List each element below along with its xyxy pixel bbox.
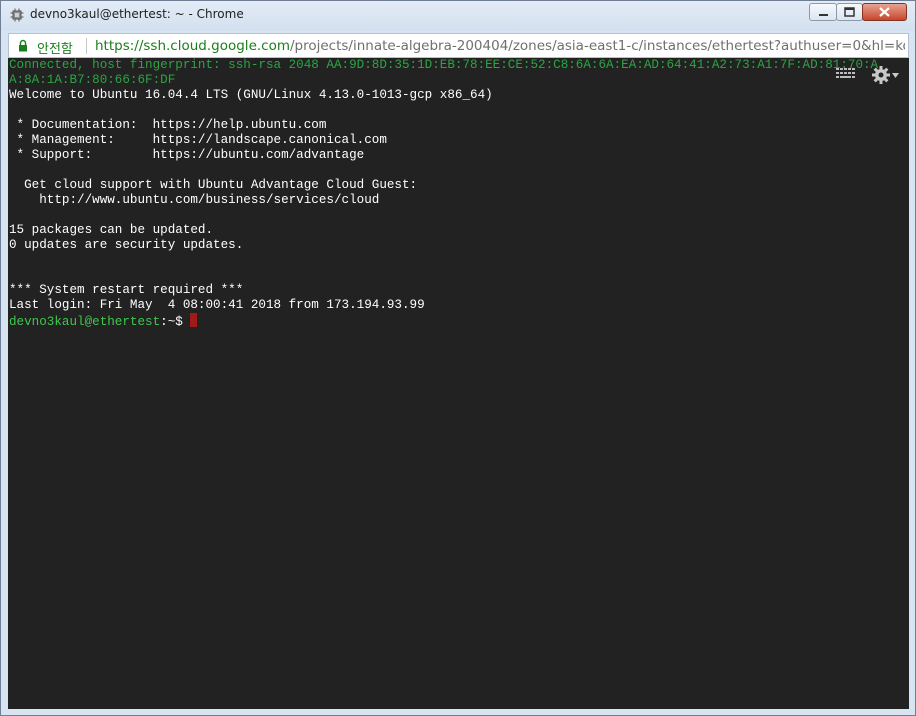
welcome-line: Welcome to Ubuntu 16.04.4 LTS (GNU/Linux… [9,88,493,102]
cloud-support-line: Get cloud support with Ubuntu Advantage … [9,178,418,192]
maximize-icon [844,7,855,17]
support-line: * Support: https://ubuntu.com/advantage [9,148,365,162]
address-bar[interactable]: 안전함 https://ssh.cloud.google.com/project… [8,33,909,58]
url-host: ssh.cloud.google.com [143,38,290,54]
minimize-icon [819,14,828,16]
security-status[interactable]: 안전함 [37,38,73,57]
url-path: /projects/innate-algebra-200404/zones/as… [290,38,905,54]
browser-window: devno3kaul@ethertest: ~ - Chrome 안전함 htt… [0,0,916,716]
chevron-down-icon[interactable] [892,73,899,78]
terminal-cursor [189,313,197,327]
chip-icon [10,8,24,22]
documentation-line: * Documentation: https://help.ubuntu.com [9,118,327,132]
minimize-button[interactable] [809,3,837,21]
keyboard-icon[interactable] [835,67,857,81]
address-divider [86,38,87,54]
maximize-button[interactable] [836,3,863,21]
management-line: * Management: https://landscape.canonica… [9,133,387,147]
last-login-line: Last login: Fri May 4 08:00:41 2018 from… [9,298,425,312]
window-title: devno3kaul@ethertest: ~ - Chrome [30,7,244,21]
title-bar[interactable]: devno3kaul@ethertest: ~ - Chrome [1,1,915,31]
prompt-line[interactable]: devno3kaul@ethertest:~$ [9,313,197,330]
lock-icon [19,39,27,52]
close-icon [879,7,890,17]
close-button[interactable] [862,3,907,21]
url-scheme: https:// [95,38,144,54]
fingerprint-line-1: Connected, host fingerprint: ssh-rsa 204… [9,58,879,72]
packages-line: 15 packages can be updated. [9,223,214,237]
prompt-suffix: :~$ [160,315,183,329]
security-updates-line: 0 updates are security updates. [9,238,244,252]
url-text[interactable]: https://ssh.cloud.google.com/projects/in… [95,38,905,54]
gear-icon[interactable] [872,66,890,84]
cloud-url-line: http://www.ubuntu.com/business/services/… [9,193,380,207]
terminal-screen[interactable]: Connected, host fingerprint: ssh-rsa 204… [8,58,909,709]
restart-required-line: *** System restart required *** [9,283,244,297]
fingerprint-line-2: A:8A:1A:B7:80:66:6F:DF [9,73,176,87]
prompt-user-host: devno3kaul@ethertest [9,315,161,329]
